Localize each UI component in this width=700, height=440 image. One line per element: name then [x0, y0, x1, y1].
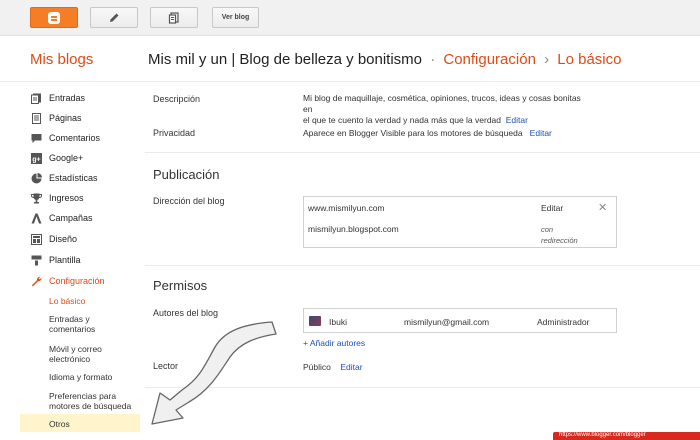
sidebar-item-estadisticas[interactable]: Estadísticas: [31, 170, 98, 186]
entries-icon: [31, 93, 42, 104]
permissions-section-title: Permisos: [153, 278, 208, 293]
blogger-home-button[interactable]: [30, 7, 78, 28]
svg-text:g+: g+: [32, 156, 40, 163]
sidebar-item-configuracion[interactable]: Configuración: [31, 273, 105, 289]
wrench-icon: [31, 276, 42, 287]
blog-authors-label: Autores del blog: [153, 308, 219, 318]
sidebar-subitem-lo-basico[interactable]: Lo básico: [49, 296, 85, 306]
privacy-text: Aparece en Blogger Visible para los moto…: [303, 128, 523, 138]
stats-icon: [31, 172, 42, 184]
view-posts-button[interactable]: [150, 7, 198, 28]
google-plus-icon: g+: [31, 152, 42, 164]
sidebar-item-label: Ingresos: [49, 193, 84, 203]
avatar: [309, 316, 321, 326]
sidebar-item-google-plus[interactable]: g+ Google+: [31, 150, 83, 166]
settings-main: Descripción Mi blog de maquillaje, cosmé…: [140, 82, 700, 440]
section-divider: [145, 152, 700, 153]
description-label: Descripción: [153, 94, 201, 104]
author-name[interactable]: Ibuki: [329, 317, 347, 327]
sidebar-subitem-entradas-comentarios[interactable]: Entradas y comentarios: [49, 314, 129, 334]
sidebar-item-ingresos[interactable]: Ingresos: [31, 190, 84, 206]
sidebar-item-diseno[interactable]: Diseño: [31, 231, 77, 247]
new-post-button[interactable]: [90, 7, 138, 28]
sidebar-highlight: [20, 414, 140, 432]
template-icon: [31, 255, 42, 266]
add-authors-link[interactable]: + Añadir autores: [303, 338, 365, 349]
my-blogs-link[interactable]: Mis blogs: [30, 51, 93, 68]
description-value: Mi blog de maquillaje, cosmética, opinio…: [303, 93, 585, 126]
blogger-logo-icon: [48, 11, 60, 24]
sidebar-subitem-motores-busqueda[interactable]: Preferencias para motores de búsqueda: [49, 391, 139, 411]
view-blog-button[interactable]: Ver blog: [212, 7, 259, 28]
trophy-icon: [31, 193, 42, 204]
status-url-text: https://www.blogger.com/blogger: [559, 432, 646, 438]
sidebar-item-label: Google+: [49, 153, 84, 163]
description-line-1: Mi blog de maquillaje, cosmética, opinio…: [303, 93, 581, 114]
redirect-status: con redirección: [541, 224, 578, 246]
sidebar-item-label: Diseño: [49, 234, 78, 244]
top-toolbar: Ver blog: [0, 0, 700, 36]
section-divider: [145, 265, 700, 266]
pencil-icon: [110, 13, 119, 22]
blogspot-domain-value: mismilyun.blogspot.com: [308, 224, 399, 234]
page-header: Mis blogs Mis mil y un | Blog de belleza…: [0, 36, 700, 82]
pages-icon: [31, 112, 42, 124]
sidebar-subitem-idioma-formato[interactable]: Idioma y formato: [49, 372, 112, 382]
sidebar-subitem-otros[interactable]: Otros: [49, 419, 70, 429]
breadcrumb: Mis mil y un | Blog de belleza y bonitis…: [148, 51, 621, 68]
breadcrumb-separator: ·: [430, 51, 436, 68]
sidebar-item-paginas[interactable]: Páginas: [31, 110, 82, 126]
edit-readers-link[interactable]: Editar: [340, 362, 362, 372]
section-divider: [145, 387, 700, 388]
privacy-label: Privacidad: [153, 128, 196, 138]
sidebar-subitem-movil-correo[interactable]: Móvil y correo electrónico: [49, 344, 119, 364]
breadcrumb-arrow: ›: [544, 51, 550, 68]
sidebar-item-campanas[interactable]: Campañas: [31, 210, 93, 226]
author-role[interactable]: Administrador: [537, 317, 589, 327]
readers-value: Público Editar: [303, 362, 363, 373]
privacy-value: Aparece en Blogger Visible para los moto…: [303, 128, 552, 139]
description-line-2: el que te cuento la verdad y nada más qu…: [303, 115, 501, 125]
sidebar-item-label: Campañas: [49, 213, 93, 223]
blog-address-label: Dirección del blog: [153, 196, 225, 206]
redirect-line-2: redirección: [541, 236, 578, 245]
status-url-bar: https://www.blogger.com/blogger: [553, 432, 700, 440]
sidebar-item-plantilla[interactable]: Plantilla: [31, 252, 81, 268]
layout-icon: [31, 233, 42, 245]
sidebar-item-label: Plantilla: [49, 255, 81, 265]
sidebar: Entradas Páginas Comentarios g+ Google+ …: [0, 82, 140, 440]
readers-label: Lector: [153, 361, 179, 371]
breadcrumb-section[interactable]: Configuración: [443, 51, 536, 68]
comments-icon: [31, 133, 42, 144]
readers-text: Público: [303, 362, 331, 372]
posts-list-icon: [168, 11, 179, 24]
sidebar-item-label: Configuración: [49, 276, 105, 286]
breadcrumb-page: Lo básico: [557, 51, 622, 68]
author-email[interactable]: mismilyun@gmail.com: [404, 317, 489, 327]
redirect-line-1: con: [541, 225, 554, 234]
edit-privacy-link[interactable]: Editar: [530, 128, 552, 138]
publication-section-title: Publicación: [153, 167, 220, 182]
edit-address-link[interactable]: Editar: [541, 203, 563, 213]
sidebar-item-label: Entradas: [49, 93, 86, 103]
authors-list-box: Ibuki mismilyun@gmail.com Administrador: [303, 308, 617, 333]
sidebar-item-entradas[interactable]: Entradas: [31, 90, 85, 106]
close-icon[interactable]: ✕: [598, 201, 607, 214]
sidebar-item-label: Comentarios: [49, 133, 101, 143]
campaigns-icon: [31, 213, 42, 224]
blog-title[interactable]: Mis mil y un | Blog de belleza y bonitis…: [148, 51, 422, 68]
edit-description-link[interactable]: Editar: [506, 115, 528, 125]
sidebar-item-label: Estadísticas: [49, 173, 98, 183]
custom-domain-value: www.mismilyun.com: [308, 203, 385, 213]
blog-address-box: www.mismilyun.com Editar ✕ mismilyun.blo…: [303, 196, 617, 248]
sidebar-item-comentarios[interactable]: Comentarios: [31, 130, 100, 146]
sidebar-item-label: Páginas: [49, 113, 82, 123]
